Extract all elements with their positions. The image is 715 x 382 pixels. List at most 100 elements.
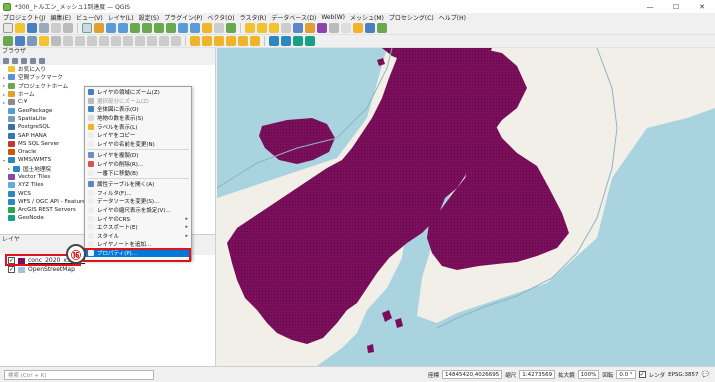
browser-item[interactable]: お気に入り (0, 65, 215, 73)
layer-name[interactable]: OpenStreetMap (28, 266, 75, 273)
copy-features-icon[interactable] (135, 36, 145, 46)
python-console-icon[interactable] (377, 23, 387, 33)
add-layer-icon[interactable] (3, 36, 13, 46)
layout-manager-icon[interactable] (63, 23, 73, 33)
context-menu-item[interactable]: レイヤの領域にズーム(Z) (85, 88, 191, 97)
maximize-button[interactable]: ☐ (663, 0, 689, 13)
menu-help[interactable]: ヘルプ(H) (439, 13, 466, 22)
context-menu-item[interactable]: 選択部分にズーム(Z) (85, 97, 191, 106)
context-menu-item[interactable]: レイヤを複製(D) (85, 151, 191, 160)
crs-button[interactable]: EPSG:3857 (668, 372, 698, 378)
paste-features-icon[interactable] (147, 36, 157, 46)
close-button[interactable]: ✕ (689, 0, 715, 13)
quickmapservices-icon[interactable] (293, 36, 303, 46)
add-selected-icon[interactable] (3, 57, 9, 64)
measure-icon[interactable] (329, 23, 339, 33)
plugin-icon[interactable] (281, 36, 291, 46)
delete-selected-icon[interactable] (111, 36, 121, 46)
context-menu-item[interactable]: 一番下に移動(B) (85, 168, 191, 177)
menu-raster[interactable]: ラスタ(R) (240, 13, 267, 22)
context-menu-item[interactable]: レイヤの縮尺表示を設定(V)... (85, 206, 191, 215)
save-edits-icon[interactable] (75, 36, 85, 46)
redo-icon[interactable] (171, 36, 181, 46)
menu-project[interactable]: プロジェクト(J) (3, 13, 45, 22)
pan-to-selection-icon[interactable] (94, 23, 104, 33)
menu-database[interactable]: データベース(D) (271, 13, 316, 22)
attribute-table-icon[interactable] (293, 23, 303, 33)
add-feature-icon[interactable] (87, 36, 97, 46)
magnifier-field[interactable]: 100% (577, 370, 600, 379)
collapse-all-icon[interactable] (30, 57, 36, 64)
bookmark-icon[interactable] (365, 23, 375, 33)
menu-vector[interactable]: ベクタ(O) (207, 13, 234, 22)
label-tool-icon[interactable] (190, 36, 200, 46)
zoom-full-icon[interactable] (130, 23, 140, 33)
zoom-last-icon[interactable] (178, 23, 188, 33)
context-menu-item[interactable]: レイヤをコピー (85, 131, 191, 140)
annotation-icon[interactable] (341, 23, 351, 33)
pan-icon[interactable] (82, 23, 92, 33)
scale-field[interactable]: 1:4273569 (519, 370, 556, 379)
zoom-next-icon[interactable] (190, 23, 200, 33)
add-raster-icon[interactable] (15, 36, 25, 46)
georeferencer-icon[interactable] (269, 36, 279, 46)
new-map-view-icon[interactable] (202, 23, 212, 33)
move-label-icon[interactable] (226, 36, 236, 46)
rotation-field[interactable]: 0.0 ° (616, 370, 636, 379)
menu-view[interactable]: ビュー(V) (76, 13, 103, 22)
new-project-icon[interactable] (3, 23, 13, 33)
add-csv-icon[interactable] (39, 36, 49, 46)
menu-mesh[interactable]: メッシュ(M) (350, 13, 384, 22)
print-layout-icon[interactable] (51, 23, 61, 33)
context-menu-item[interactable]: レイヤの名前を変更(N) (85, 140, 191, 149)
save-as-icon[interactable] (39, 23, 49, 33)
menu-processing[interactable]: プロセシング(C) (389, 13, 434, 22)
context-menu-item[interactable]: 地物の数を表示(S) (85, 114, 191, 123)
context-menu-item[interactable]: フィルタ(F)... (85, 189, 191, 198)
layer-item[interactable]: ✓ OpenStreetMap (8, 265, 75, 274)
undo-icon[interactable] (159, 36, 169, 46)
select-features-icon[interactable] (257, 23, 267, 33)
cut-features-icon[interactable] (123, 36, 133, 46)
context-menu-item[interactable]: レイヤのCRS ▸ (85, 214, 191, 223)
menu-plugins[interactable]: プラグイン(P) (164, 13, 202, 22)
deselect-icon[interactable] (281, 23, 291, 33)
zoom-layer-icon[interactable] (154, 23, 164, 33)
context-menu-item[interactable]: 全体図に表示(O) (85, 105, 191, 114)
pin-labels-icon[interactable] (202, 36, 212, 46)
browser-item[interactable]: ▸ 空間ブックマーク (0, 73, 215, 81)
filter-browser-icon[interactable] (21, 57, 27, 64)
refresh-browser-icon[interactable] (12, 57, 18, 64)
save-project-icon[interactable] (27, 23, 37, 33)
menu-web[interactable]: Web(W) (321, 14, 345, 21)
messages-icon[interactable]: 💬 (702, 371, 709, 378)
rotate-label-icon[interactable] (238, 36, 248, 46)
render-checkbox[interactable]: ✓ (638, 371, 646, 378)
map-canvas[interactable] (217, 48, 715, 366)
temporal-icon[interactable] (214, 23, 224, 33)
statistics-icon[interactable] (317, 23, 327, 33)
properties-icon[interactable] (39, 57, 45, 64)
edit-icon[interactable] (63, 36, 73, 46)
context-menu-item[interactable]: エクスポート(E) ▸ (85, 223, 191, 232)
map-tips-icon[interactable] (353, 23, 363, 33)
vertex-tool-icon[interactable] (99, 36, 109, 46)
digitize-icon[interactable] (51, 36, 61, 46)
menu-settings[interactable]: 設定(S) (139, 13, 160, 22)
locator-search-input[interactable]: 検索 (Ctrl + K) (4, 369, 154, 380)
zoom-selection-icon[interactable] (142, 23, 152, 33)
minimize-button[interactable]: — (637, 0, 663, 13)
change-label-icon[interactable] (250, 36, 260, 46)
context-menu-item[interactable]: ラベルを表示(L) (85, 122, 191, 131)
zoom-in-icon[interactable] (106, 23, 116, 33)
add-spatialite-icon[interactable] (27, 36, 37, 46)
zoom-native-icon[interactable] (166, 23, 176, 33)
menu-edit[interactable]: 編集(E) (50, 13, 70, 22)
coordinate-field[interactable]: 14845420,4026695 (441, 370, 503, 379)
context-menu-item[interactable]: 属性テーブルを開く(A) (85, 180, 191, 189)
identify-icon[interactable] (245, 23, 255, 33)
show-labels-icon[interactable] (214, 36, 224, 46)
zoom-out-icon[interactable] (118, 23, 128, 33)
select-by-value-icon[interactable] (269, 23, 279, 33)
layer-visibility-checkbox[interactable]: ✓ (8, 266, 15, 273)
